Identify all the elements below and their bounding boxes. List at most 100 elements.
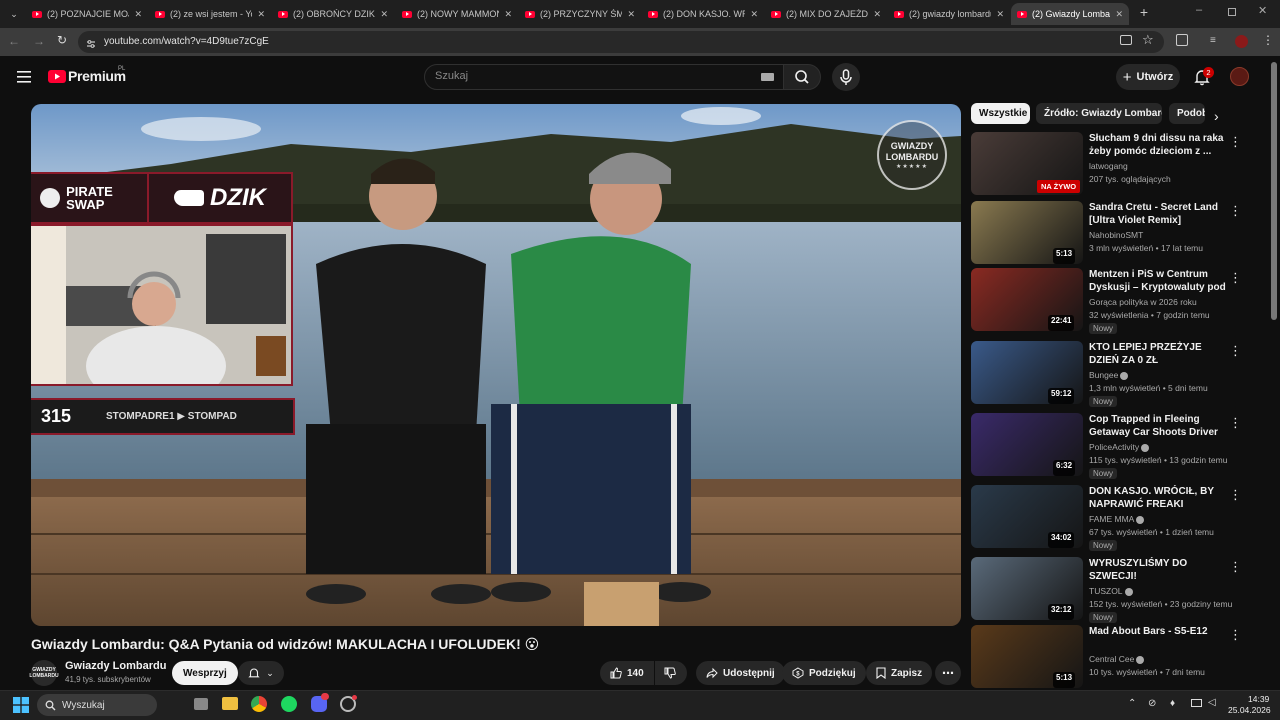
close-window-button[interactable]: ✕	[1258, 4, 1272, 22]
tab-close-icon[interactable]: ✕	[1115, 9, 1123, 20]
extensions-icon[interactable]	[1176, 34, 1188, 46]
youtube-logo-icon[interactable]	[48, 70, 66, 83]
browser-tab[interactable]: (2) ze wsi jestem - Yo ✕	[149, 3, 271, 25]
chrome-icon[interactable]	[251, 696, 267, 712]
display-icon[interactable]	[1191, 699, 1202, 707]
recommended-video-title[interactable]: Słucham 9 dni dissu na raka żeby pomóc d…	[1089, 132, 1227, 158]
tab-close-icon[interactable]: ✕	[134, 9, 142, 20]
share-button[interactable]: Udostępnij	[696, 661, 785, 685]
channel-name[interactable]: Gwiazdy Lombardu	[65, 660, 166, 672]
dislike-button[interactable]	[655, 661, 687, 685]
more-actions-button[interactable]: ⋯	[935, 661, 961, 685]
save-button[interactable]: Zapisz	[866, 661, 933, 685]
filter-chip[interactable]: Podob	[1169, 103, 1205, 124]
back-icon[interactable]: ←	[8, 34, 20, 48]
browser-tab[interactable]: (2) MIX DO ZAJEŻDŹ ✕	[765, 3, 887, 25]
more-options-icon[interactable]: ⋮	[1229, 203, 1242, 219]
filter-chip[interactable]: Wszystkie	[971, 103, 1030, 124]
speaker-icon[interactable]: ◁	[1208, 697, 1216, 708]
support-button[interactable]: Wesprzyj	[172, 661, 238, 685]
browser-menu-icon[interactable]: ⋮	[1262, 33, 1274, 47]
tab-search-dropdown-icon[interactable]: ⌄	[6, 6, 22, 22]
recommended-video[interactable]: NA ŻYWO Słucham 9 dni dissu na raka żeby …	[971, 132, 1261, 198]
reload-icon[interactable]: ↻	[57, 33, 67, 47]
browser-tab[interactable]: (2) NOWY MAMMON ✕	[396, 3, 518, 25]
microphone-tray-icon[interactable]: ♦	[1170, 698, 1175, 709]
search-button[interactable]	[783, 64, 821, 90]
browser-tab[interactable]: (2) DON KASJO. WRÓ ✕	[642, 3, 764, 25]
video-player[interactable]: GWIAZDY LOMBARDU ★★★★★ PIRATE SWAP DZIK	[31, 104, 961, 626]
chips-next-icon[interactable]: ›	[1214, 108, 1219, 124]
more-options-icon[interactable]: ⋮	[1229, 487, 1242, 503]
more-options-icon[interactable]: ⋮	[1229, 343, 1242, 359]
more-options-icon[interactable]: ⋮	[1229, 134, 1242, 150]
recommended-channel-name[interactable]: Bungee	[1089, 370, 1129, 380]
page-scrollbar[interactable]	[1271, 62, 1277, 320]
recommended-video-title[interactable]: Mad About Bars - S5-E12	[1089, 625, 1227, 638]
like-button[interactable]: 140	[600, 661, 654, 685]
more-options-icon[interactable]: ⋮	[1229, 270, 1242, 286]
recommended-video-title[interactable]: Mentzen i PiS w Centrum Dyskusji – Krypt…	[1089, 268, 1227, 294]
recommended-video[interactable]: 5:13 Sandra Cretu - Secret Land [Ultra Vi…	[971, 201, 1261, 267]
tab-close-icon[interactable]: ✕	[504, 9, 512, 20]
file-explorer-icon[interactable]	[222, 697, 238, 710]
keyboard-icon[interactable]	[761, 73, 774, 81]
cast-icon[interactable]	[1120, 35, 1132, 45]
recommended-video[interactable]: 5:13 Mad About Bars - S5-E12 Central Cee 10…	[971, 625, 1261, 691]
tab-close-icon[interactable]: ✕	[750, 9, 758, 20]
search-input-placeholder[interactable]: Szukaj	[435, 70, 468, 82]
filter-chip[interactable]: Źródło: Gwiazdy Lombardu	[1036, 103, 1162, 124]
tab-close-icon[interactable]: ✕	[257, 9, 265, 20]
network-off-icon[interactable]: ⊘	[1148, 698, 1156, 709]
recommended-channel-name[interactable]: NahobinoSMT	[1089, 230, 1143, 240]
minimize-button[interactable]: –	[1196, 4, 1210, 22]
recommended-channel-name[interactable]: TUSZOL	[1089, 586, 1133, 596]
clock-time[interactable]: 14:39	[1248, 694, 1269, 704]
profile-avatar[interactable]	[1235, 35, 1248, 48]
browser-tab[interactable]: (2) OBROŃCY DZIKÓ ✕	[272, 3, 394, 25]
recommended-video[interactable]: 6:32 Cop Trapped in Fleeing Getaway Car S…	[971, 413, 1261, 479]
recommended-video-title[interactable]: KTO LEPIEJ PRZEŻYJE DZIEŃ ZA 0 ZŁ	[1089, 341, 1227, 367]
recommended-channel-name[interactable]: FAME MMA	[1089, 514, 1145, 524]
taskbar-search-box[interactable]: Wyszukaj	[37, 694, 157, 716]
url-text[interactable]: youtube.com/watch?v=4D9tue7zCgE	[104, 36, 269, 47]
recommended-channel-name[interactable]: PoliceActivity	[1089, 442, 1150, 452]
thanks-button[interactable]: $ Podziękuj	[782, 661, 866, 685]
recommended-channel-name[interactable]: latwogang	[1089, 161, 1128, 171]
tab-close-icon[interactable]: ✕	[873, 9, 881, 20]
recommended-video[interactable]: 34:02 DON KASJO. WRÓCIŁ, BY NAPRAWIĆ FREA…	[971, 485, 1261, 551]
recommended-channel-name[interactable]: Central Cee	[1089, 654, 1145, 664]
browser-tab[interactable]: (2) Gwiazdy Lombard ✕	[1011, 3, 1129, 25]
more-options-icon[interactable]: ⋮	[1229, 415, 1242, 431]
recommended-video-title[interactable]: Cop Trapped in Fleeing Getaway Car Shoot…	[1089, 413, 1227, 439]
create-button[interactable]: + Utwórz	[1116, 64, 1180, 90]
search-input-box[interactable]	[424, 64, 784, 90]
browser-tab[interactable]: (2) PRZYCZYNY ŚMIE ✕	[519, 3, 641, 25]
recommended-video-title[interactable]: DON KASJO. WRÓCIŁ, BY NAPRAWIĆ FREAKI	[1089, 485, 1227, 511]
subscribed-bell-button[interactable]: ⌄	[238, 661, 284, 685]
hamburger-menu-icon[interactable]	[17, 70, 31, 83]
channel-avatar[interactable]: GWIAZDY LOMBARDU	[29, 660, 59, 686]
forward-icon[interactable]: →	[33, 34, 45, 48]
recommended-video[interactable]: 59:12 KTO LEPIEJ PRZEŻYJE DZIEŃ ZA 0 ZŁ Bu…	[971, 341, 1261, 407]
new-tab-button[interactable]: +	[1136, 4, 1152, 22]
tab-close-icon[interactable]: ✕	[380, 9, 388, 20]
recommended-video-title[interactable]: Sandra Cretu - Secret Land [Ultra Violet…	[1089, 201, 1227, 227]
windows-start-icon[interactable]	[13, 697, 29, 713]
recommended-video-title[interactable]: WYRUSZYLIŚMY DO SZWECJI!	[1089, 557, 1227, 583]
media-controls-icon[interactable]: ≡	[1210, 35, 1216, 46]
voice-search-button[interactable]	[832, 63, 860, 91]
recommended-channel-name[interactable]: Gorąca polityka w 2026 roku	[1089, 297, 1197, 307]
more-options-icon[interactable]: ⋮	[1229, 627, 1242, 643]
recommended-video[interactable]: 32:12 WYRUSZYLIŚMY DO SZWECJI! TUSZOL 152 t…	[971, 557, 1261, 623]
tab-close-icon[interactable]: ✕	[996, 9, 1004, 20]
site-info-icon[interactable]	[86, 36, 96, 48]
account-avatar[interactable]	[1230, 67, 1249, 86]
browser-tab[interactable]: (2) POZNAJCIE MOJE ✕	[26, 3, 148, 25]
task-view-icon[interactable]	[194, 698, 208, 710]
recommended-video[interactable]: 22:41 Mentzen i PiS w Centrum Dyskusji – …	[971, 268, 1261, 334]
bookmark-star-icon[interactable]: ☆	[1142, 32, 1154, 48]
browser-tab[interactable]: (2) gwiazdy lombardu ✕	[888, 3, 1010, 25]
spotify-icon[interactable]	[281, 696, 297, 712]
more-options-icon[interactable]: ⋮	[1229, 559, 1242, 575]
